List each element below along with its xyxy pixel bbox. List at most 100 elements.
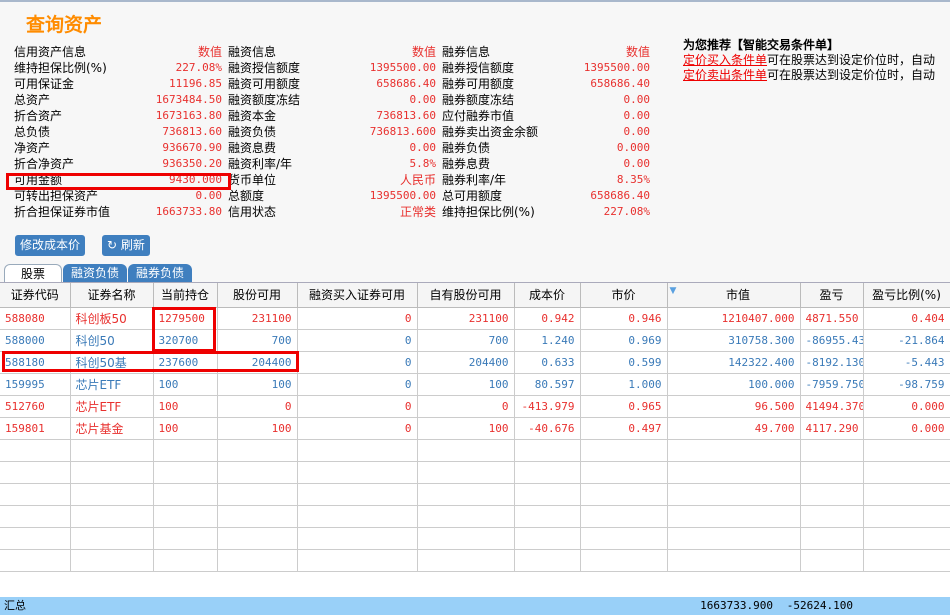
info-label: 总负债 <box>14 125 51 139</box>
column-header-label: 证券名称 <box>87 288 136 303</box>
column-header[interactable]: ▼ 市值 <box>667 283 801 308</box>
info-value: 数值 <box>625 45 650 59</box>
info-value: 1395500.00 <box>583 61 650 74</box>
info-cell: 融券利率/年 8.35% <box>442 172 656 188</box>
info-row: 总资产 1673484.50 融资额度冻结 0.00 融券额度冻结 0.00 <box>14 92 656 108</box>
column-header[interactable]: 市价 <box>580 283 668 308</box>
table-cell <box>70 439 154 462</box>
info-row: 净资产 936670.90 融资息费 0.00 融券负债 0.000 <box>14 140 656 156</box>
table-row[interactable]: 159801 芯片基金 100 100 0 100 -40.676 0.497 49.700 41… <box>0 417 950 440</box>
info-value: 936670.90 <box>162 141 222 154</box>
info-label: 净资产 <box>14 141 51 155</box>
summary-label: 汇总 <box>4 599 26 612</box>
column-header[interactable]: 自有股份可用 <box>417 283 515 308</box>
info-cell: 可转出担保资产 0.00 <box>14 188 228 204</box>
info-label: 融券负债 <box>442 141 491 155</box>
info-value: 658686.40 <box>590 189 650 202</box>
table-cell: 100 <box>153 417 218 440</box>
table-row[interactable]: 512760 芯片ETF 100 0 0 0 -413.979 0.965 96.500 4149… <box>0 395 950 418</box>
table-cell <box>514 527 581 550</box>
info-cell: 融资负债 736813.600 <box>228 124 442 140</box>
table-row[interactable]: 588000 科创50 320700 700 0 700 1.240 0.969 310758.… <box>0 329 950 352</box>
table-cell: 0 <box>297 351 418 374</box>
info-value: 9430.000 <box>169 173 222 186</box>
info-cell: 总额度 1395500.00 <box>228 188 442 204</box>
info-cell: 总负债 736813.60 <box>14 124 228 140</box>
info-cell: 融券信息 数值 <box>442 44 656 60</box>
table-row[interactable]: 588080 科创板50 1279500 231100 0 231100 0.942 0.94… <box>0 307 950 330</box>
empty-row <box>0 527 950 550</box>
info-label: 折合担保证券市值 <box>14 205 111 219</box>
table-cell <box>297 527 418 550</box>
table-cell: 0.599 <box>580 351 668 374</box>
info-value: 0.00 <box>195 189 223 202</box>
column-header[interactable]: 盈亏 <box>800 283 864 308</box>
table-row[interactable]: 588180 科创50基 237600 204400 0 204400 0.633 0.599… <box>0 351 950 374</box>
info-label: 维持担保比例(%) <box>14 61 107 75</box>
column-header[interactable]: 融资买入证券可用 <box>297 283 418 308</box>
table-cell: 100 <box>153 373 218 396</box>
table-row[interactable]: 159995 芯片ETF 100 100 0 100 80.597 1.000 100.000-… <box>0 373 950 396</box>
column-header[interactable]: 证券代码 <box>0 283 71 308</box>
refresh-button[interactable]: ↻ 刷新 <box>102 235 150 256</box>
table-cell <box>297 439 418 462</box>
table-cell <box>217 461 298 484</box>
table-cell <box>580 549 668 572</box>
info-label: 融资授信额度 <box>228 61 301 75</box>
info-label: 融券额度冻结 <box>442 93 515 107</box>
table-cell: 231100 <box>417 307 515 330</box>
table-cell <box>217 505 298 528</box>
info-cell: 融资授信额度 1395500.00 <box>228 60 442 76</box>
table-cell: -8192.130 <box>800 351 864 374</box>
column-header-label: 成本价 <box>528 288 565 303</box>
info-label: 融券息费 <box>442 157 491 171</box>
info-cell: 融资息费 0.00 <box>228 140 442 156</box>
table-cell: 1.000 <box>580 373 668 396</box>
column-header[interactable]: 股份可用 <box>217 283 298 308</box>
tab-margin-debt[interactable]: 融资负债 <box>63 264 128 282</box>
info-cell: 融资本金 736813.60 <box>228 108 442 124</box>
info-cell: 可用保证金 11196.85 <box>14 76 228 92</box>
info-cell: 融资额度冻结 0.00 <box>228 92 442 108</box>
info-cell: 融资信息 数值 <box>228 44 442 60</box>
info-value: 1673163.80 <box>155 109 222 122</box>
table-cell: 96.500 <box>667 395 801 418</box>
table-cell: 80.597 <box>514 373 581 396</box>
modify-cost-button[interactable]: 修改成本价 <box>15 235 86 256</box>
info-cell: 总可用额度 658686.40 <box>442 188 656 204</box>
table-cell <box>514 439 581 462</box>
table-cell <box>153 549 218 572</box>
sell-condition-link[interactable]: 定价卖出条件单 <box>683 68 767 82</box>
info-value: 936350.20 <box>162 157 222 170</box>
info-cell: 融资可用额度 658686.40 <box>228 76 442 92</box>
table-cell: 0.942 <box>514 307 581 330</box>
table-cell: 1279500 <box>153 307 218 330</box>
table-cell <box>667 527 801 550</box>
table-cell <box>667 549 801 572</box>
empty-row <box>0 549 950 572</box>
tab-short-debt[interactable]: 融券负债 <box>128 264 193 282</box>
column-header[interactable]: 证券名称 <box>70 283 154 308</box>
table-cell <box>580 483 668 506</box>
table-cell <box>70 461 154 484</box>
table-cell <box>863 549 950 572</box>
table-cell <box>417 527 515 550</box>
tab-stocks[interactable]: 股票 <box>4 264 63 282</box>
column-header[interactable]: 当前持仓 <box>153 283 218 308</box>
table-cell: 芯片ETF <box>70 395 154 418</box>
recommend-panel: 为您推荐【智能交易条件单】 定价买入条件单可在股票达到设定价位时，自动 定价卖出… <box>683 38 950 83</box>
table-cell <box>217 483 298 506</box>
info-value: 11196.85 <box>169 77 222 90</box>
column-header[interactable]: 成本价 <box>514 283 581 308</box>
info-value: 数值 <box>197 45 222 59</box>
info-cell: 融券卖出资金余额 0.00 <box>442 124 656 140</box>
info-cell: 应付融券市值 0.00 <box>442 108 656 124</box>
table-cell: 0 <box>297 329 418 352</box>
buy-condition-link[interactable]: 定价买入条件单 <box>683 53 767 67</box>
table-cell: 0.946 <box>580 307 668 330</box>
table-cell <box>580 527 668 550</box>
table-cell <box>153 505 218 528</box>
summary-market-value: 1663733.900 <box>700 599 773 612</box>
column-header[interactable]: 盈亏比例(%) <box>863 283 950 308</box>
table-cell: 100 <box>217 373 298 396</box>
